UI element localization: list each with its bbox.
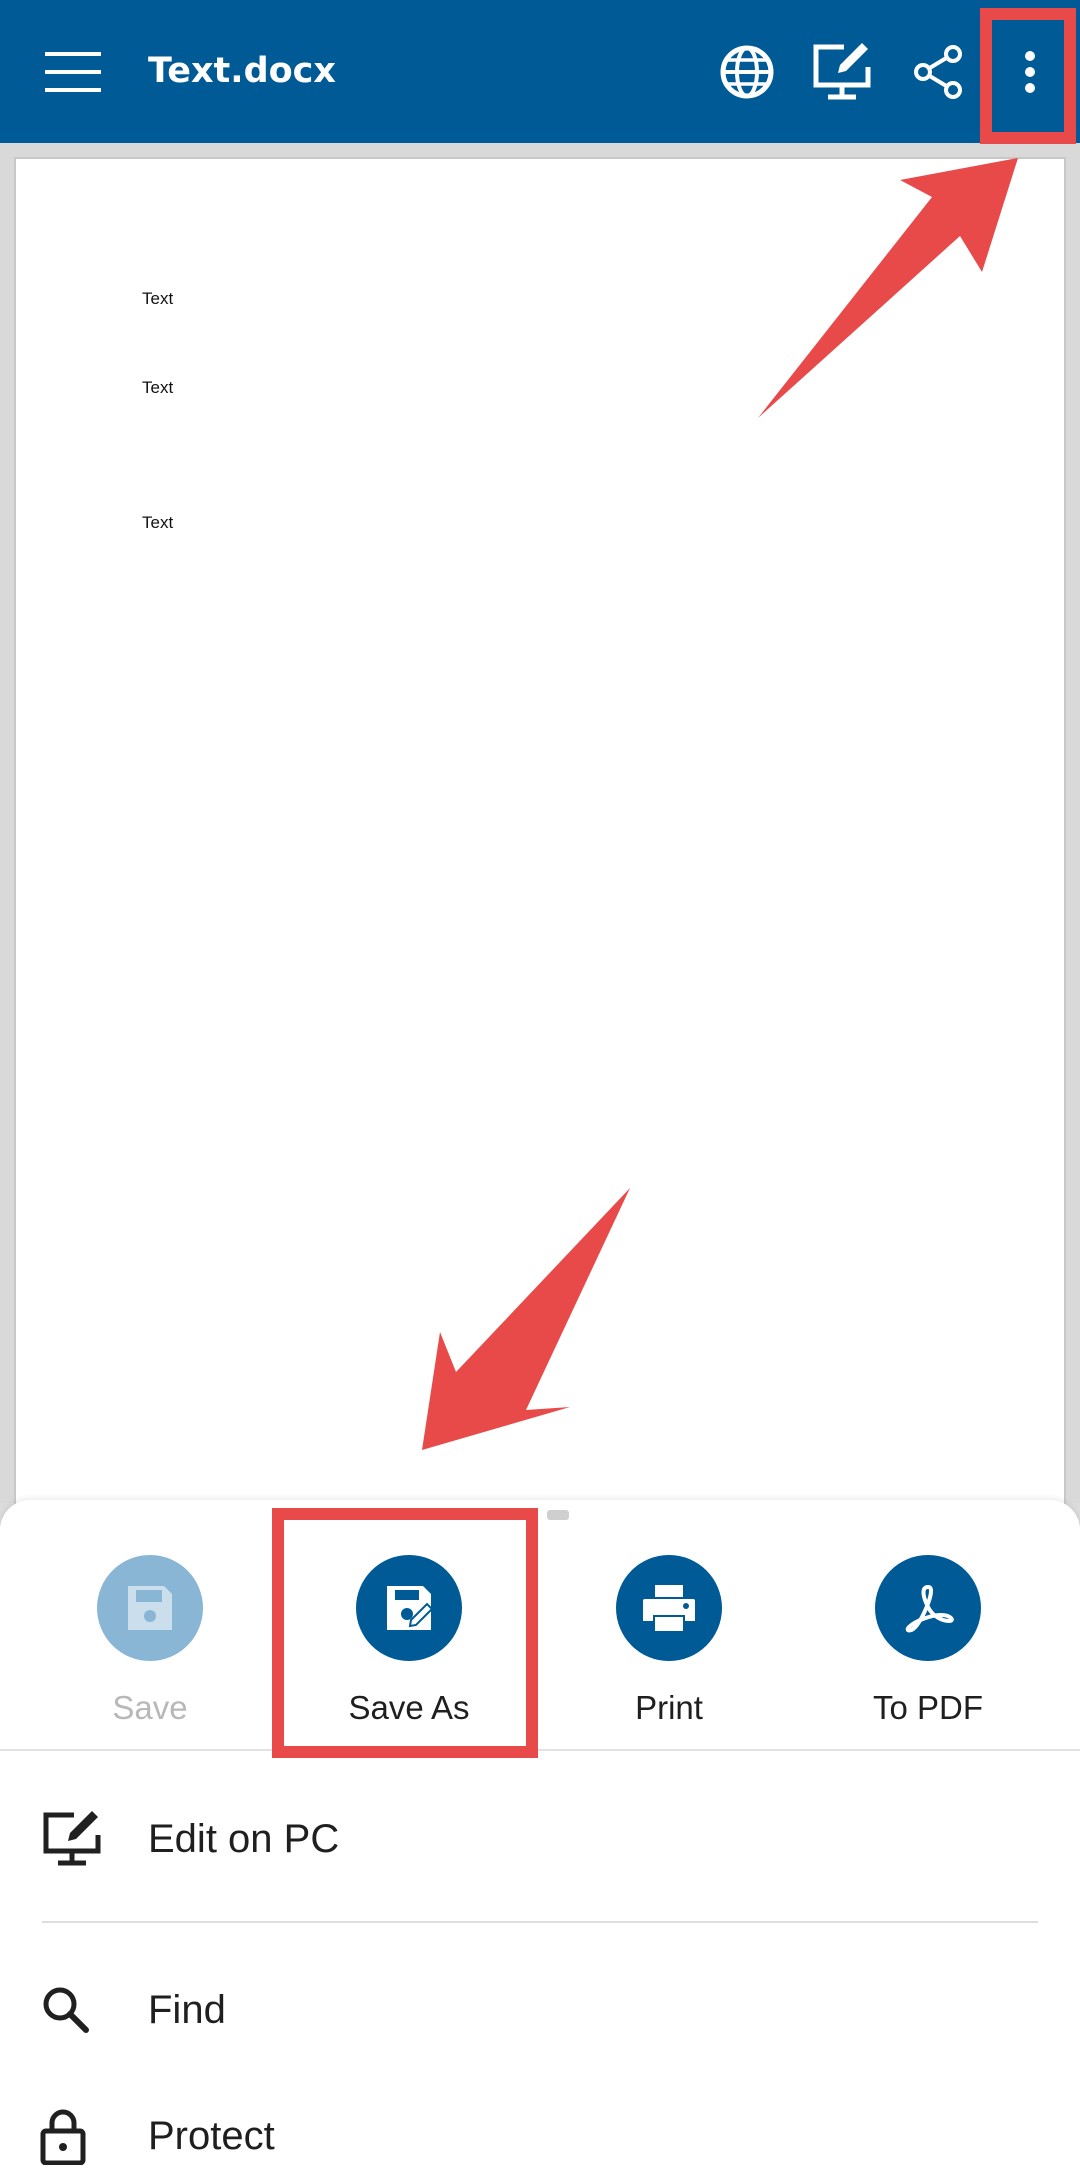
document-text-line: Text bbox=[142, 378, 174, 397]
print-button[interactable]: Print bbox=[569, 1555, 769, 1726]
document-text-line: Text bbox=[142, 513, 174, 532]
edit-on-pc-icon bbox=[43, 1811, 101, 1866]
save-icon bbox=[128, 1586, 172, 1630]
lock-icon bbox=[40, 2109, 86, 2165]
menu-item-protect[interactable]: Protect bbox=[0, 2081, 1080, 2181]
save-circle bbox=[97, 1555, 203, 1661]
edit-on-pc-button[interactable] bbox=[800, 0, 886, 143]
globe-icon bbox=[720, 45, 774, 98]
menu-item-label: Find bbox=[148, 1987, 226, 2032]
print-icon bbox=[643, 1585, 695, 1631]
web-view-button[interactable] bbox=[705, 0, 789, 143]
menu-item-label: Edit on PC bbox=[148, 1816, 340, 1861]
section-separator bbox=[0, 1749, 1080, 1751]
quick-actions-row: Save Save As Print To PDF bbox=[0, 1500, 1080, 1751]
document-text-line: Text bbox=[142, 289, 174, 308]
save-label: Save bbox=[112, 1689, 188, 1726]
highlight-box-save-as bbox=[272, 1508, 538, 1758]
print-circle bbox=[616, 1555, 722, 1661]
menu-divider bbox=[42, 1921, 1038, 1923]
edit-on-pc-icon bbox=[813, 42, 871, 99]
to-pdf-circle bbox=[875, 1555, 981, 1661]
to-pdf-button[interactable]: To PDF bbox=[828, 1555, 1028, 1726]
bottom-sheet-menu: Save Save As Print To PDF Edit on PC Fin… bbox=[0, 1500, 1080, 2181]
share-button[interactable] bbox=[898, 0, 978, 143]
save-button[interactable]: Save bbox=[50, 1555, 250, 1726]
print-label: Print bbox=[635, 1689, 703, 1726]
document-viewport[interactable]: Text Text Text bbox=[0, 143, 1080, 1557]
menu-button[interactable] bbox=[30, 0, 116, 143]
menu-item-edit-on-pc[interactable]: Edit on PC bbox=[0, 1784, 1080, 1894]
app-bar: Text.docx bbox=[0, 0, 1080, 143]
pdf-icon bbox=[905, 1585, 954, 1633]
menu-item-label: Protect bbox=[148, 2113, 275, 2158]
document-title: Text.docx bbox=[148, 51, 336, 91]
document-page[interactable]: Text Text Text bbox=[14, 157, 1066, 1557]
to-pdf-label: To PDF bbox=[872, 1689, 984, 1726]
search-icon bbox=[43, 1987, 89, 2033]
share-icon bbox=[914, 44, 962, 99]
highlight-box-more-options bbox=[980, 8, 1076, 144]
menu-item-find[interactable]: Find bbox=[0, 1955, 1080, 2065]
menu-icon bbox=[45, 51, 101, 92]
